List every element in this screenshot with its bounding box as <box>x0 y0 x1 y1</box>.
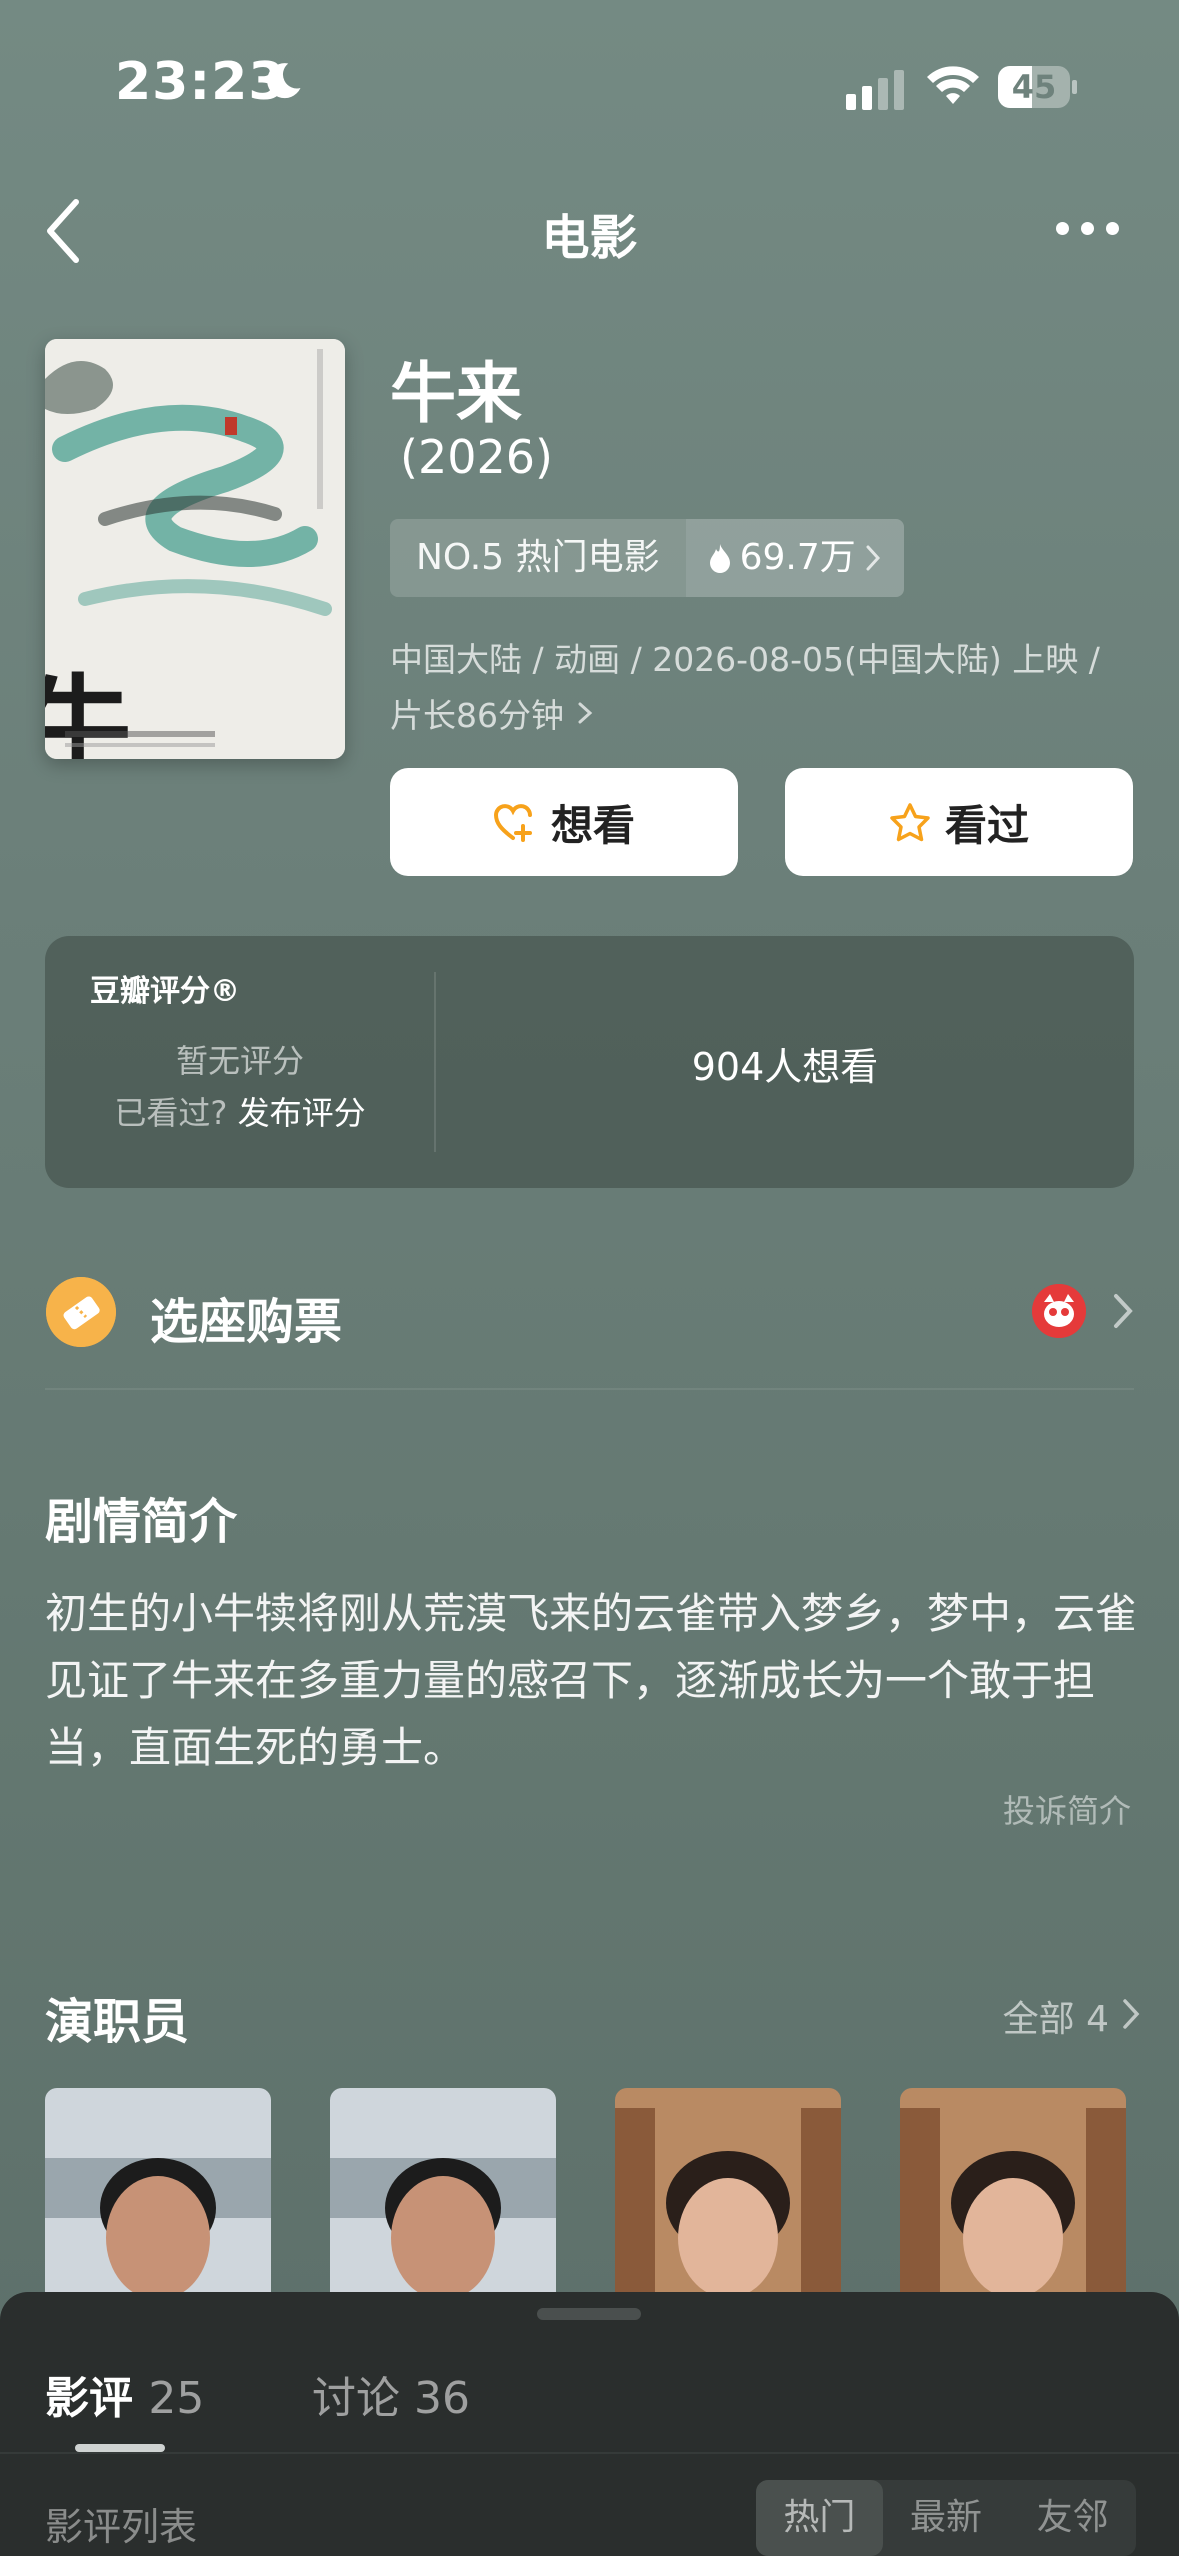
divider <box>0 2452 1179 2454</box>
star-icon <box>890 803 930 842</box>
want-to-watch-button[interactable]: 想看 <box>390 768 738 876</box>
cast-all-link[interactable]: 全部 4 <box>1003 1990 1109 2042</box>
heat-section: 69.7万 <box>685 519 904 597</box>
tab-discussions-label: 讨论 <box>312 2373 400 2424</box>
tab-reviews[interactable]: 影评 25 <box>45 2362 204 2426</box>
ticket-icon <box>46 1277 116 1347</box>
movie-title: 牛来 <box>390 355 522 432</box>
moon-icon <box>267 63 301 99</box>
chevron-right-icon <box>866 545 880 571</box>
tab-discussions[interactable]: 讨论 36 <box>312 2362 470 2426</box>
sort-latest[interactable]: 最新 <box>883 2480 1010 2556</box>
battery-indicator: 45 <box>998 66 1077 108</box>
maoyan-cat-icon[interactable] <box>1032 1284 1086 1338</box>
want-count: 904人想看 <box>691 1045 879 1089</box>
sort-friends[interactable]: 友邻 <box>1009 2480 1136 2556</box>
wifi-icon <box>927 66 979 104</box>
publish-rating-line: 已看过? 发布评分 <box>45 1088 435 1134</box>
complain-synopsis-link[interactable]: 投诉简介 <box>1003 1786 1131 1832</box>
chevron-right-icon[interactable] <box>1120 1996 1142 2032</box>
tab-discussions-count: 36 <box>414 2373 470 2424</box>
tab-reviews-count: 25 <box>148 2373 205 2424</box>
poster-artwork: 牛来 <box>45 339 345 759</box>
movie-poster[interactable]: 牛来 <box>45 339 345 759</box>
cast-title: 演职员 <box>45 1994 190 2050</box>
cellular-signal-icon <box>846 70 904 110</box>
battery-level: 45 <box>1011 68 1057 106</box>
sort-segmented-control[interactable]: 热门 最新 友邻 <box>756 2480 1136 2556</box>
synopsis-text[interactable]: 初生的小牛犊将刚从荒漠飞来的云雀带入梦乡，梦中，云雀见证了牛来在多重力量的感召下… <box>45 1580 1145 1781</box>
want-label: 想看 <box>550 800 635 850</box>
heat-value: 69.7万 <box>739 537 856 578</box>
sort-hot[interactable]: 热门 <box>756 2480 883 2556</box>
rating-title: 豆瓣评分® <box>90 974 240 1009</box>
watched-button[interactable]: 看过 <box>785 768 1133 876</box>
page-title: 电影 <box>541 210 638 266</box>
movie-meta-text: 中国大陆 / 动画 / 2026-08-05(中国大陆) 上映 / 片长86分钟 <box>390 640 1100 735</box>
movie-meta[interactable]: 中国大陆 / 动画 / 2026-08-05(中国大陆) 上映 / 片长86分钟 <box>390 632 1140 744</box>
more-icon[interactable] <box>1056 210 1120 246</box>
tab-reviews-label: 影评 <box>45 2373 133 2424</box>
flame-icon <box>709 544 730 573</box>
publish-rating-link[interactable]: 发布评分 <box>238 1094 366 1132</box>
movie-year: (2026) <box>400 430 553 484</box>
heart-plus-icon <box>493 804 532 842</box>
seen-question: 已看过? <box>114 1094 228 1132</box>
chevron-right-icon[interactable] <box>1110 1290 1136 1332</box>
divider <box>45 1388 1134 1390</box>
synopsis-title: 剧情简介 <box>45 1494 238 1550</box>
status-time: 23:23 <box>115 52 286 112</box>
seen-label: 看过 <box>944 800 1029 850</box>
active-tab-indicator <box>75 2444 165 2452</box>
buy-ticket-label[interactable]: 选座购票 <box>150 1282 342 1352</box>
no-rating-text: 暂无评分 <box>175 1042 304 1080</box>
rank-badge[interactable]: NO.5 热门电影 69.7万 <box>390 519 904 597</box>
sheet-drag-handle[interactable] <box>537 2308 641 2320</box>
chevron-right-icon <box>578 702 592 724</box>
rank-label: NO.5 热门电影 <box>390 519 686 597</box>
review-list-label: 影评列表 <box>45 2505 198 2549</box>
